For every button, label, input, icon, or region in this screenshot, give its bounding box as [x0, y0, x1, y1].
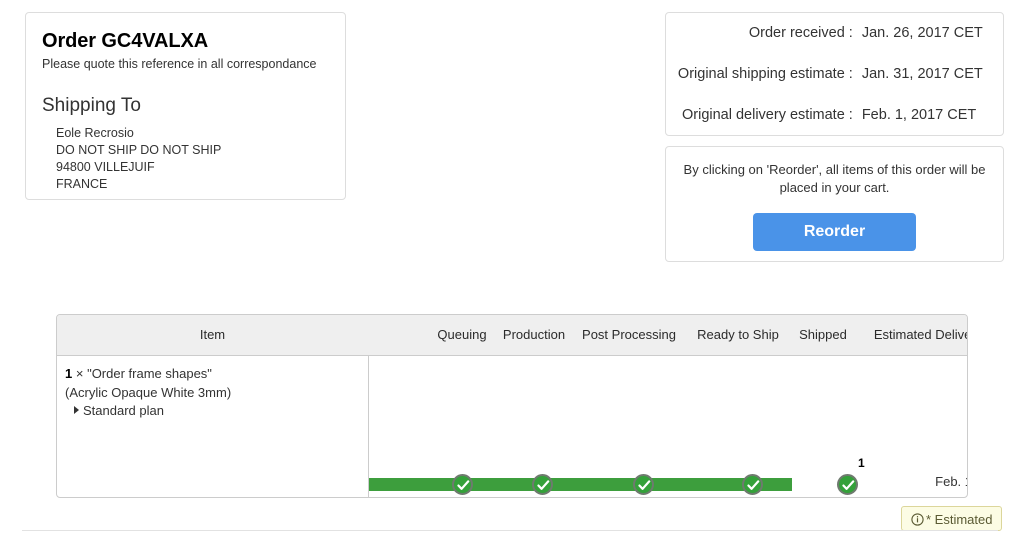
column-header-estimated-delivery: Estimated Delivery: [873, 327, 967, 342]
check-icon: [638, 480, 651, 490]
shipping-estimate-value: Jan. 31, 2017 CET: [861, 65, 983, 82]
address-line: Eole Recrosio: [56, 126, 134, 140]
item-multiplier: ×: [75, 366, 84, 381]
page-title: Order GC4VALXA: [42, 30, 209, 52]
item-plan-label: Standard plan: [83, 403, 164, 418]
estimated-legend-label: * Estimated: [926, 512, 993, 527]
order-dates-table: Order received : Jan. 26, 2017 CET Origi…: [666, 13, 1003, 135]
progress-bar-track: [369, 478, 792, 491]
items-table-body: 1 × "Order frame shapes" (Acrylic Opaque…: [57, 356, 967, 497]
order-progress-timeline: 1 Jan. 31, 2017 Packing slip Feb. 1, 201…: [369, 356, 967, 497]
item-quantity: 1: [65, 366, 73, 381]
table-row: Order received : Jan. 26, 2017 CET: [666, 13, 1003, 54]
timeline-node-post-processing[interactable]: [633, 474, 654, 495]
order-summary-card: Order GC4VALXA Please quote this referen…: [25, 12, 346, 200]
order-items-table: Item Queuing Production Post Processing …: [56, 314, 968, 498]
order-dates-panel: Order received : Jan. 26, 2017 CET Origi…: [665, 12, 1004, 136]
column-header-item: Item: [199, 327, 226, 342]
check-icon: [747, 480, 760, 490]
shipping-estimate-label: Original shipping estimate :: [677, 65, 853, 82]
chevron-right-icon: [74, 406, 79, 414]
delivery-estimate-label: Original delivery estimate :: [681, 106, 853, 123]
items-table-header: Item Queuing Production Post Processing …: [57, 315, 967, 356]
shipping-to-heading: Shipping To: [42, 95, 141, 116]
timeline-node-production[interactable]: [532, 474, 553, 495]
check-icon: [457, 480, 470, 490]
order-received-value: Jan. 26, 2017 CET: [861, 25, 983, 42]
shipment-count-badge: 1: [858, 456, 865, 470]
timeline-node-shipped[interactable]: [837, 474, 858, 495]
table-row: 1 × "Order frame shapes" (Acrylic Opaque…: [57, 356, 368, 421]
address-line: 94800 VILLEJUIF: [56, 160, 155, 174]
item-name-line: 1 × "Order frame shapes": [65, 365, 358, 384]
item-plan-toggle[interactable]: Standard plan: [65, 402, 358, 421]
check-icon: [842, 480, 855, 490]
address-line: DO NOT SHIP DO NOT SHIP: [56, 143, 222, 157]
check-icon: [537, 480, 550, 490]
estimated-legend-badge: * Estimated: [901, 506, 1003, 531]
item-name: "Order frame shapes": [87, 366, 212, 381]
reorder-note: By clicking on 'Reorder', all items of t…: [683, 162, 986, 195]
reorder-button[interactable]: Reorder: [753, 213, 916, 251]
table-row: Original delivery estimate : Feb. 1, 201…: [666, 94, 1003, 135]
item-material: (Acrylic Opaque White 3mm): [65, 384, 232, 400]
order-received-label: Order received :: [748, 25, 853, 42]
table-row: Original shipping estimate : Jan. 31, 20…: [666, 54, 1003, 95]
delivery-estimate-value: Feb. 1, 2017 CET: [861, 106, 977, 123]
order-reference-note: Please quote this reference in all corre…: [42, 57, 317, 71]
estimated-delivery-value: Feb. 1, 2017 CET*: [935, 474, 967, 489]
footer-divider: [22, 530, 998, 531]
timeline-node-queuing[interactable]: [452, 474, 473, 495]
reorder-panel: By clicking on 'Reorder', all items of t…: [665, 146, 1004, 262]
address-line: FRANCE: [56, 177, 108, 191]
timeline-node-ready-to-ship[interactable]: [742, 474, 763, 495]
